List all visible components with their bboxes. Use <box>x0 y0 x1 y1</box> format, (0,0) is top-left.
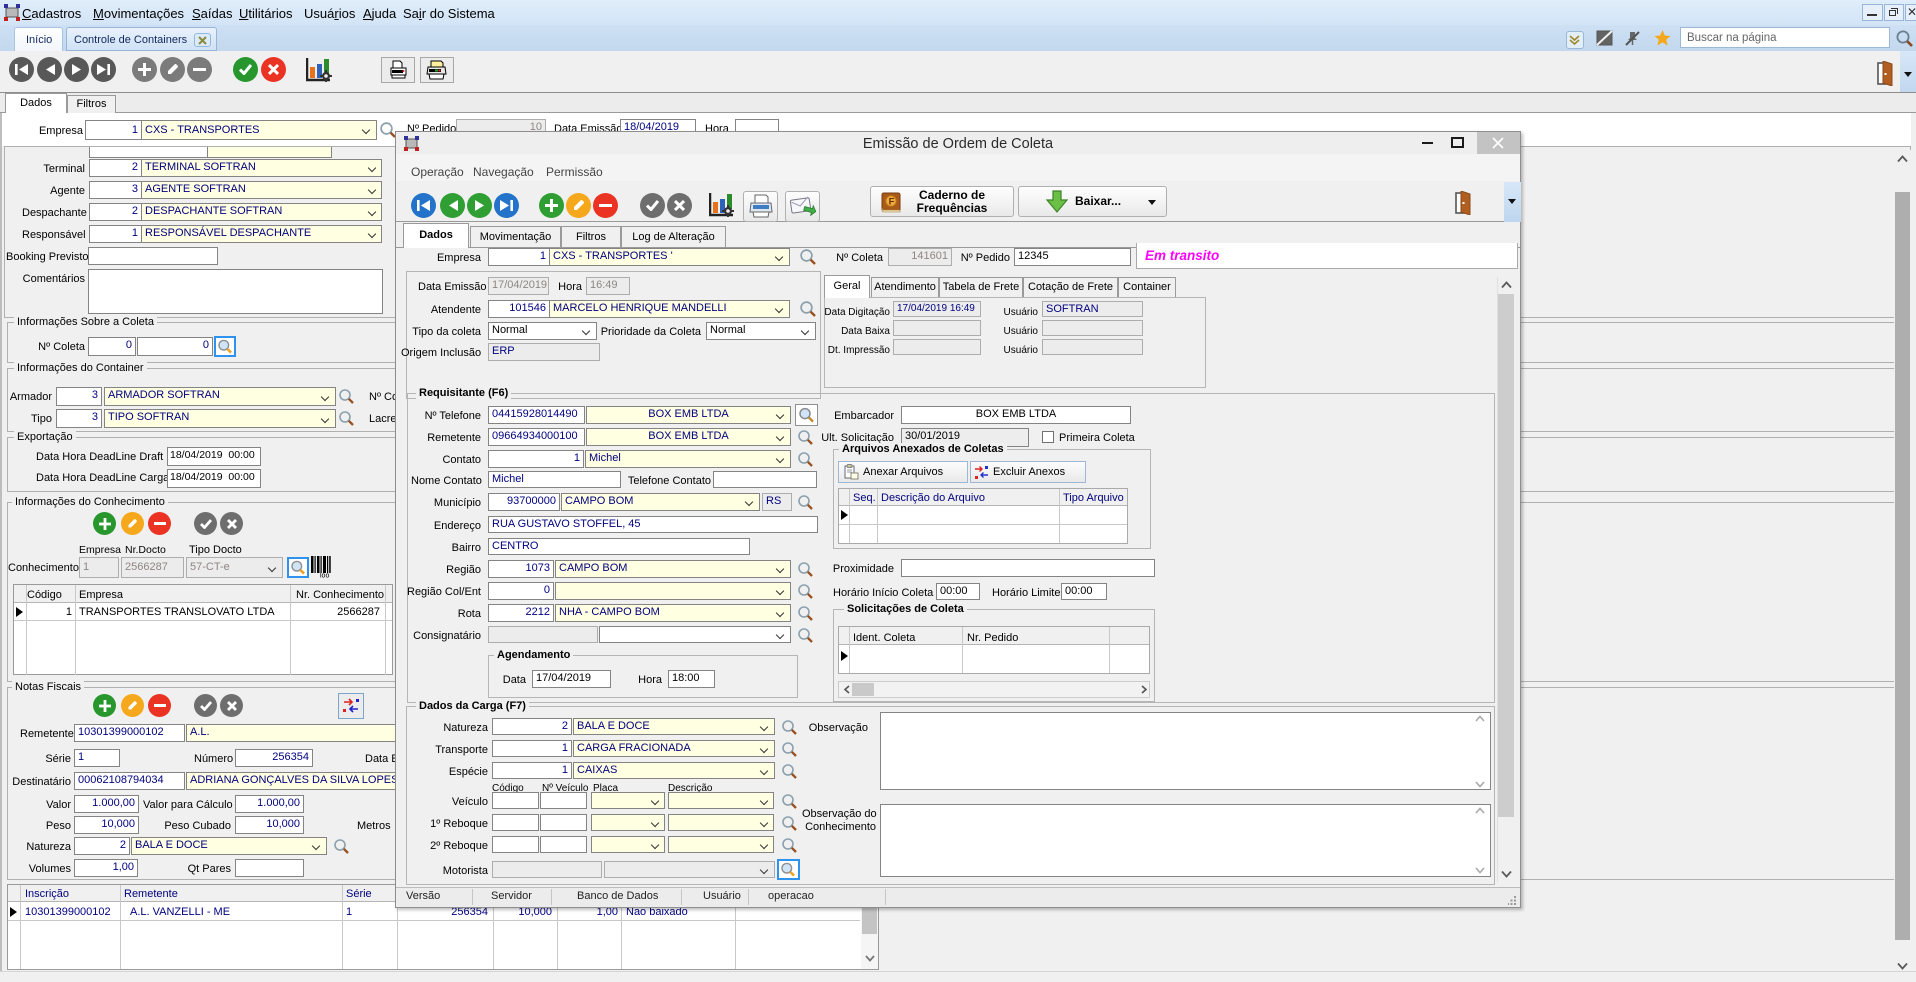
svg-text:loo: loo <box>320 573 329 579</box>
svg-text:F: F <box>889 197 895 208</box>
